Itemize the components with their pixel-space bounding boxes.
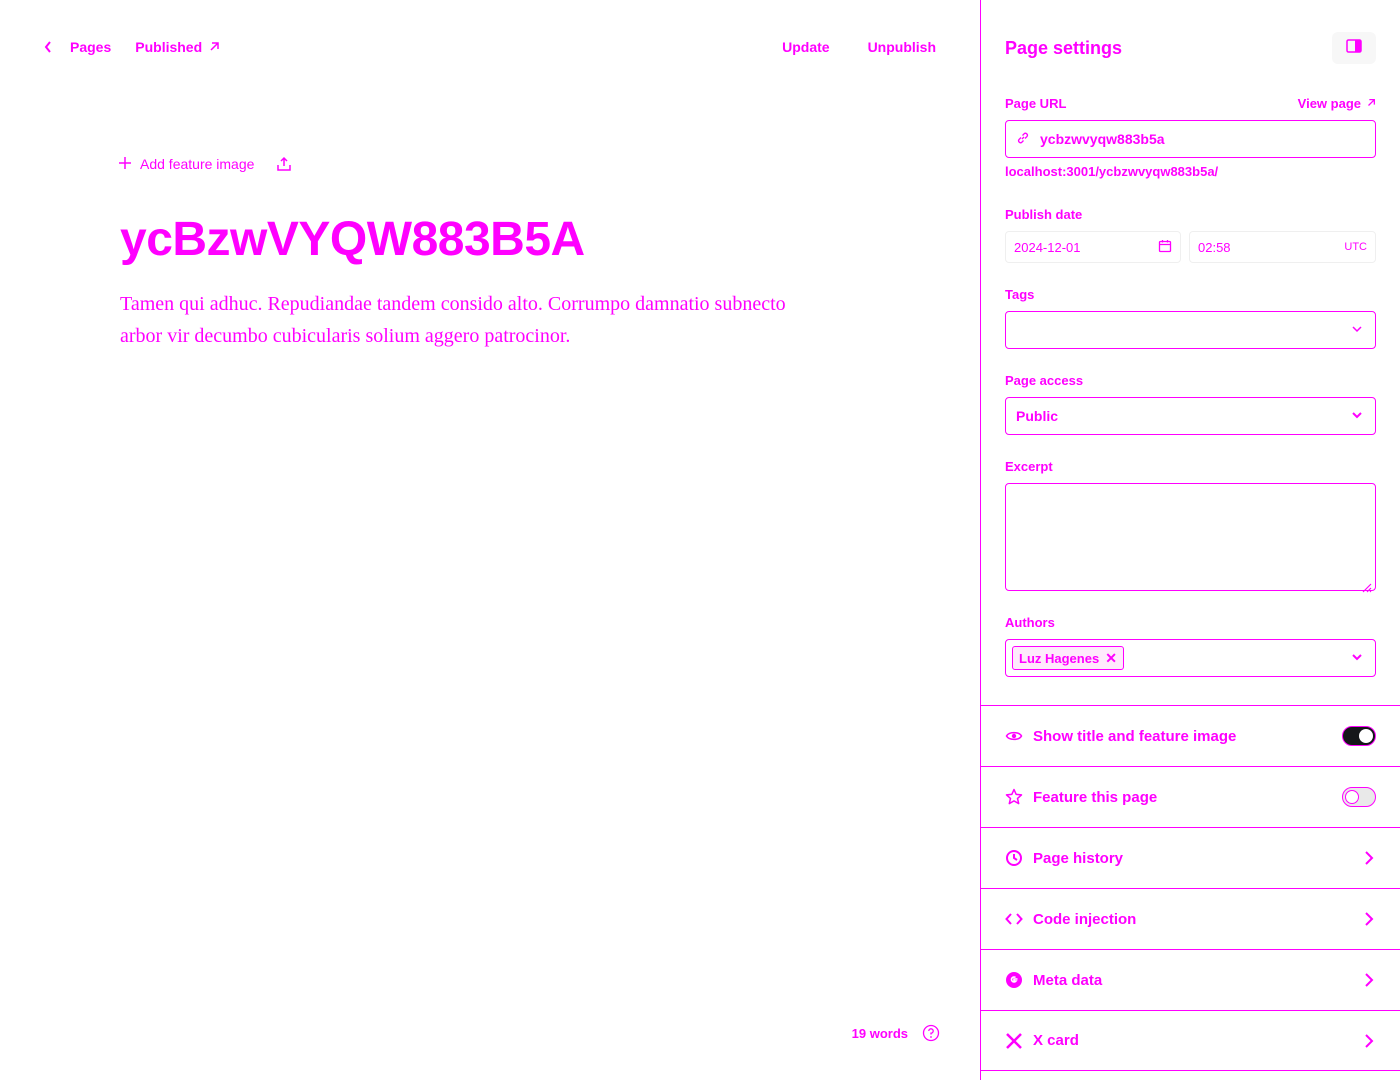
- status-label: Published: [135, 39, 203, 55]
- eye-icon: [1005, 727, 1023, 745]
- page-url-label: Page URL: [1005, 95, 1067, 111]
- publish-date-label: Publish date: [1005, 206, 1083, 222]
- published-status-link[interactable]: Published: [135, 39, 220, 55]
- panel-toggle-button[interactable]: [1332, 32, 1376, 64]
- google-icon: [1005, 971, 1023, 989]
- add-feature-label: Add feature image: [140, 156, 255, 172]
- page-access-value: Public: [1016, 408, 1059, 424]
- page-url-label-row: Page URL View page: [1005, 94, 1376, 112]
- date-input[interactable]: 2024-12-01: [1005, 231, 1181, 263]
- page-url-field: Page URL View page ycbzwvyqw883b5a local…: [1005, 94, 1376, 179]
- time-input[interactable]: 02:58 UTC: [1189, 231, 1376, 263]
- page-url-full: localhost:3001/ycbzwvyqw883b5a/: [1005, 164, 1219, 179]
- toggle-knob: [1359, 729, 1373, 743]
- sidebar-toggle-icon: [1346, 38, 1362, 58]
- help-icon[interactable]: [922, 1024, 940, 1042]
- code-icon: [1005, 910, 1023, 928]
- row-show-title[interactable]: Show title and feature image: [981, 705, 1400, 766]
- row-meta-data[interactable]: Meta data: [981, 949, 1400, 1010]
- timezone-label: UTC: [1344, 241, 1367, 253]
- row-label: Feature this page: [1033, 788, 1158, 806]
- authors-select[interactable]: Luz Hagenes ✕: [1005, 639, 1376, 677]
- row-feature-page[interactable]: Feature this page: [981, 766, 1400, 827]
- page-access-field: Page access Public: [1005, 371, 1376, 435]
- chevron-down-icon: [1351, 409, 1365, 423]
- external-link-icon: [208, 41, 220, 53]
- row-label: Code injection: [1033, 910, 1137, 928]
- panel-title: Page settings: [1005, 38, 1123, 58]
- row-label: Page history: [1033, 849, 1124, 867]
- author-name: Luz Hagenes: [1019, 650, 1100, 666]
- plus-icon: [118, 156, 134, 172]
- external-link-icon: [1368, 99, 1375, 106]
- calendar-icon[interactable]: [1158, 239, 1172, 256]
- authors-field: Authors Luz Hagenes ✕: [1005, 613, 1376, 677]
- feature-image-row: Add feature image: [118, 156, 292, 172]
- row-label: Show title and feature image: [1033, 727, 1237, 745]
- row-label: X card: [1033, 1032, 1079, 1049]
- publish-date-row: 2024-12-01 02:58 UTC: [1005, 231, 1376, 263]
- editor-topbar-right: Update Unpublish: [782, 38, 936, 56]
- excerpt-textarea[interactable]: [1005, 483, 1376, 591]
- date-value: 2024-12-01: [1014, 239, 1081, 255]
- chevron-right-icon: [1364, 1033, 1376, 1049]
- row-x-card[interactable]: X card: [981, 1010, 1400, 1071]
- editor-topbar-left: Pages Published: [40, 38, 220, 56]
- chevron-right-icon: [1364, 911, 1376, 927]
- page-url-slug: ycbzwvyqw883b5a: [1040, 131, 1165, 147]
- back-to-pages-link[interactable]: Pages: [40, 38, 111, 56]
- update-button[interactable]: Update: [782, 38, 829, 56]
- tags-field: Tags: [1005, 285, 1376, 349]
- excerpt-label: Excerpt: [1005, 458, 1053, 474]
- star-icon: [1005, 788, 1023, 806]
- toggle-knob: [1345, 790, 1359, 804]
- view-page-link[interactable]: View page: [1298, 96, 1376, 111]
- word-count-bar: 19 words: [852, 1024, 940, 1042]
- author-token[interactable]: Luz Hagenes ✕: [1012, 646, 1124, 670]
- word-count: 19 words: [851, 1025, 908, 1041]
- feature-page-toggle[interactable]: [1342, 787, 1376, 807]
- show-title-toggle[interactable]: [1342, 726, 1376, 746]
- row-label: Meta data: [1033, 971, 1103, 989]
- editor-pane: Pages Published Update Unpublish Add fea…: [0, 0, 980, 1080]
- chevron-right-icon: [1364, 850, 1376, 866]
- tags-label: Tags: [1005, 286, 1035, 302]
- page-access-label: Page access: [1005, 372, 1084, 388]
- chevron-down-icon: [1351, 323, 1365, 337]
- settings-rows: Show title and feature image Feature thi…: [981, 705, 1400, 1071]
- page-access-select[interactable]: Public: [1005, 397, 1376, 435]
- history-icon: [1005, 849, 1023, 867]
- authors-label: Authors: [1005, 614, 1055, 630]
- page-url-input[interactable]: ycbzwvyqw883b5a: [1005, 120, 1376, 158]
- chevron-left-icon: [40, 38, 56, 56]
- link-icon: [1016, 131, 1030, 148]
- back-label: Pages: [70, 39, 112, 55]
- chevron-right-icon: [1364, 972, 1376, 988]
- publish-date-field: Publish date 2024-12-01 02:58 UTC: [1005, 205, 1376, 263]
- chevron-down-icon: [1351, 651, 1365, 665]
- upload-icon[interactable]: [276, 156, 292, 172]
- add-feature-image-button[interactable]: Add feature image: [118, 156, 254, 172]
- row-page-history[interactable]: Page history: [981, 827, 1400, 888]
- tags-select[interactable]: [1005, 311, 1376, 349]
- page-settings-panel: Page settings Page URL View page ycbzwvy…: [980, 0, 1400, 1080]
- resize-handle-icon[interactable]: [1360, 580, 1372, 593]
- remove-author-icon[interactable]: ✕: [1105, 650, 1117, 667]
- excerpt-wrapper: [1005, 475, 1376, 596]
- post-title[interactable]: ycBzwVYQW883B5A: [120, 212, 585, 267]
- view-page-label: View page: [1297, 95, 1361, 111]
- excerpt-field: Excerpt: [1005, 457, 1376, 596]
- time-value: 02:58: [1198, 239, 1231, 255]
- row-code-injection[interactable]: Code injection: [981, 888, 1400, 949]
- unpublish-button[interactable]: Unpublish: [868, 38, 936, 56]
- post-body[interactable]: Tamen qui adhuc. Repudiandae tandem cons…: [120, 288, 810, 352]
- x-logo-icon: [1005, 1032, 1023, 1050]
